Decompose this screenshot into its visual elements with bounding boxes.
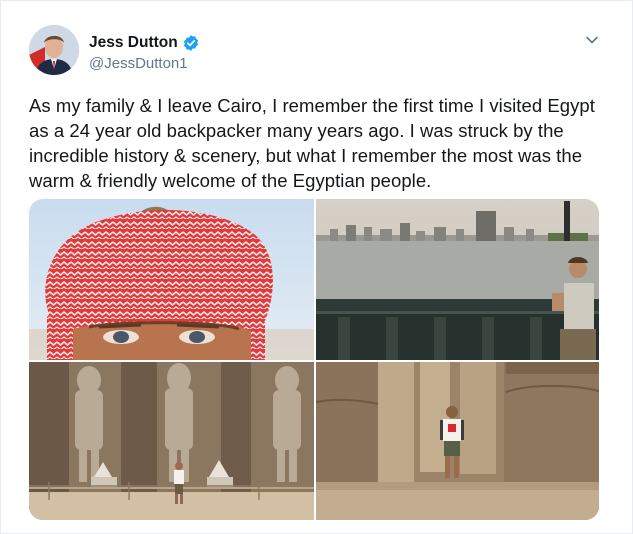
tweet-header: Jess Dutton @JessDutton1 <box>29 25 609 77</box>
tweet-card[interactable]: Jess Dutton @JessDutton1 As my family & … <box>0 0 633 534</box>
media-grid <box>29 199 599 520</box>
tweet-menu-button[interactable] <box>583 33 601 51</box>
author-names: Jess Dutton @JessDutton1 <box>89 33 200 72</box>
author-handle[interactable]: @JessDutton1 <box>89 55 200 72</box>
tweet-text: As my family & I leave Cairo, I remember… <box>29 95 595 191</box>
avatar[interactable] <box>29 25 79 75</box>
photo-turban-portrait[interactable] <box>29 199 314 360</box>
display-name[interactable]: Jess Dutton <box>89 34 178 52</box>
photo-temple-columns[interactable] <box>316 362 599 520</box>
verified-badge-icon <box>182 34 200 52</box>
chevron-down-icon <box>585 33 599 52</box>
photo-nile-skyline[interactable] <box>316 199 599 360</box>
display-name-row: Jess Dutton <box>89 33 200 53</box>
photo-temple-statues[interactable] <box>29 362 314 520</box>
